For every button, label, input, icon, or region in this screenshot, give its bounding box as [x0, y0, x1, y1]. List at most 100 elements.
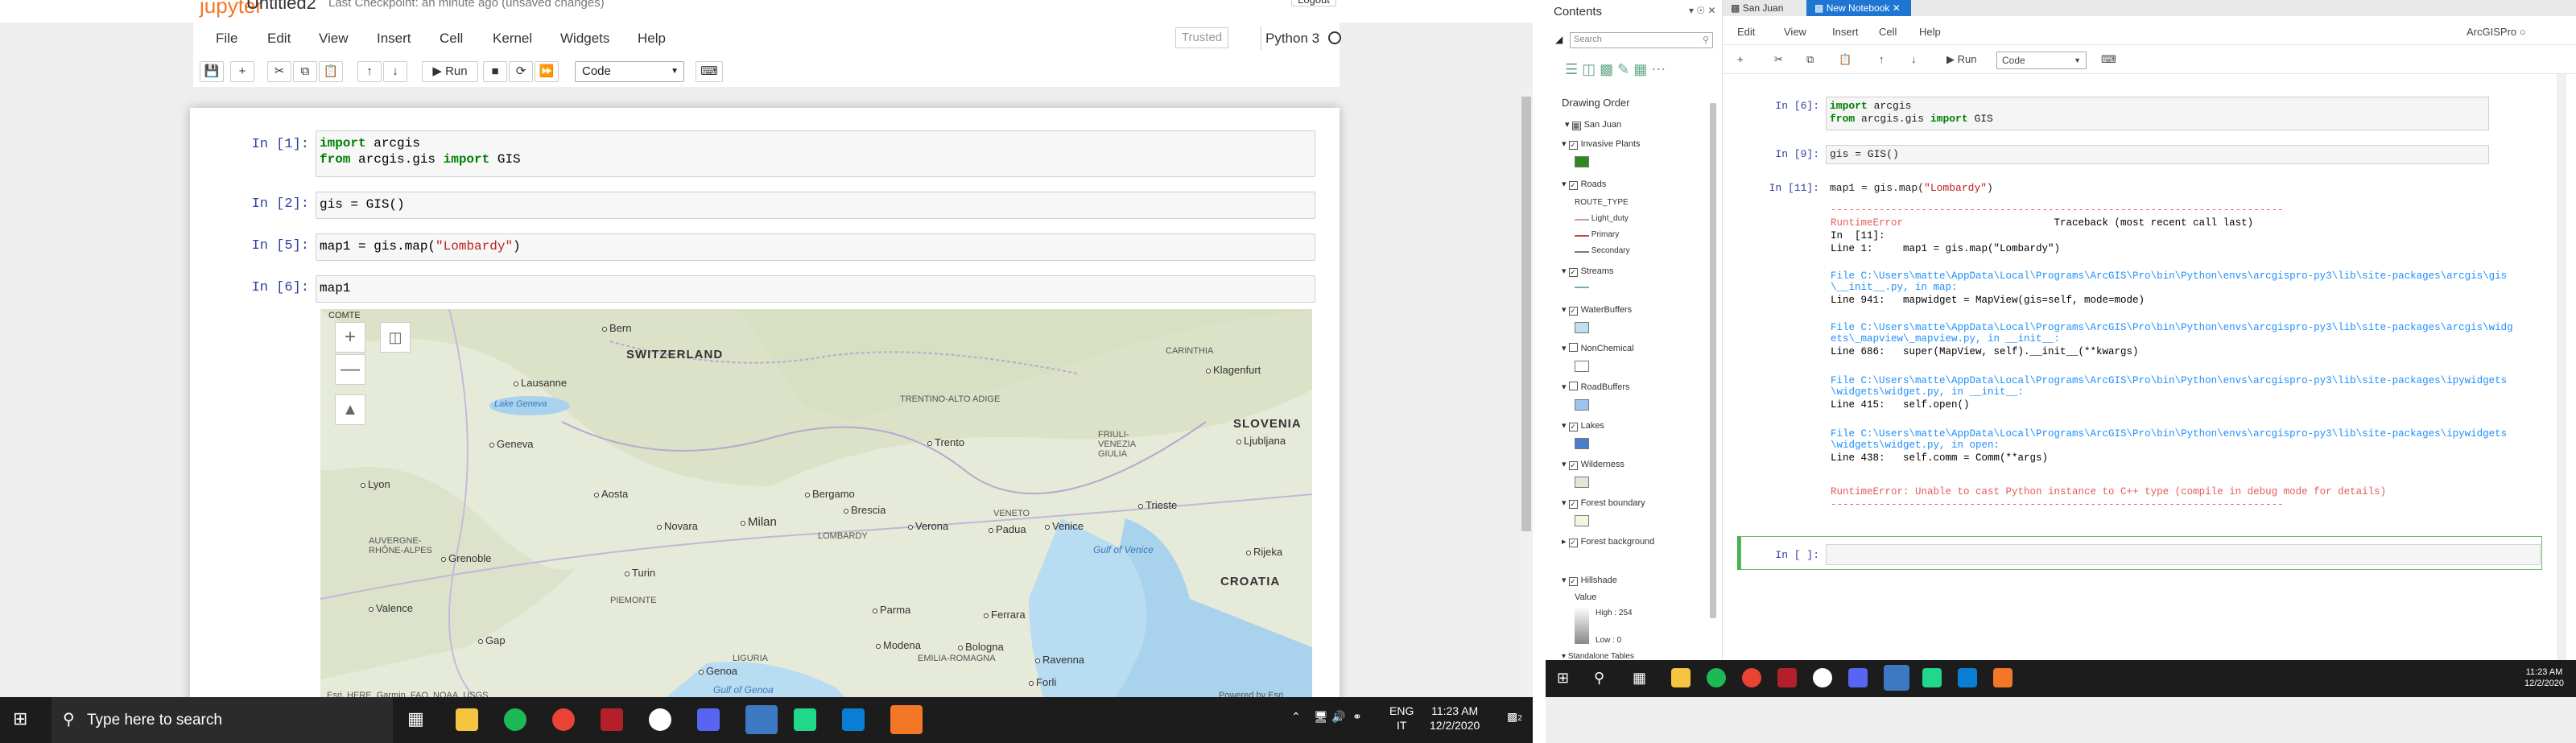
code-cell-1[interactable]: import arcgis from arcgis.gis import GIS: [1826, 97, 2489, 130]
cut-icon[interactable]: ✂: [267, 61, 291, 82]
save-icon[interactable]: 💾: [200, 61, 224, 82]
layer-checkbox[interactable]: ✓: [1568, 181, 1578, 190]
layer-checkbox[interactable]: ✓: [1568, 141, 1578, 150]
game-app-icon[interactable]: [1777, 668, 1797, 687]
layer-lakes[interactable]: ▾ ✓ Lakes: [1562, 420, 1604, 431]
code-cell-4[interactable]: map1: [316, 275, 1315, 303]
language-indicator[interactable]: ENG IT: [1389, 704, 1414, 733]
wifi-icon[interactable]: ⚭: [1352, 710, 1362, 724]
layer-checkbox[interactable]: ✓: [1568, 268, 1578, 277]
windows-start-icon[interactable]: ⊞: [13, 708, 27, 729]
layer-forest-background[interactable]: ▸ ✓ Forest background: [1562, 536, 1654, 547]
notifications-icon[interactable]: ▩2: [1507, 710, 1522, 724]
jupyter-taskbar-icon[interactable]: [1993, 668, 2013, 687]
pycharm-icon[interactable]: [794, 708, 816, 731]
menu-kernel[interactable]: Kernel: [493, 31, 532, 47]
chrome-icon[interactable]: [552, 708, 575, 731]
layer-roadbuffers[interactable]: ▾ RoadBuffers: [1562, 382, 1630, 392]
tray-chevron-icon[interactable]: ⌃: [1291, 710, 1301, 724]
task-view-icon[interactable]: ▦: [1633, 670, 1646, 687]
code-cell-1[interactable]: import arcgis from arcgis.gis import GIS: [316, 130, 1315, 177]
cell-type-select[interactable]: Code ▼: [575, 61, 684, 82]
restart-run-all-icon[interactable]: ⏩: [535, 61, 559, 82]
spotify-icon[interactable]: [504, 708, 526, 731]
stop-icon[interactable]: ■: [483, 61, 507, 82]
volume-icon[interactable]: 🔊: [1331, 710, 1345, 724]
close-icon[interactable]: ✕: [1893, 2, 1901, 14]
menu-view[interactable]: View: [319, 31, 349, 47]
copy-icon[interactable]: ⧉: [293, 61, 317, 82]
map-widget[interactable]: + — ▲ ◫ COMTE SWITZERLAND SLOVENIA CROAT…: [320, 309, 1312, 704]
jupyter-taskbar-icon[interactable]: [890, 705, 923, 734]
tab-new-notebook[interactable]: ▩ New Notebook ✕: [1806, 0, 1911, 16]
vscode-icon[interactable]: [842, 708, 865, 731]
pane-options-icon[interactable]: ▾ ☉ ✕: [1689, 5, 1716, 16]
add-cell-icon[interactable]: +: [230, 61, 254, 82]
notebook-name[interactable]: Untitled2: [246, 0, 316, 14]
layers-icon[interactable]: ◫: [380, 322, 411, 353]
clock[interactable]: 11:23 AM 12/2/2020: [2524, 667, 2564, 689]
search-icon[interactable]: ⚲: [1594, 670, 1604, 687]
logout-button[interactable]: Logout: [1291, 0, 1336, 6]
xbox-icon[interactable]: [649, 708, 671, 731]
list-by-drawing-order-icon[interactable]: ☰ ◫ ▩ ✎ ▦ ⋯: [1565, 61, 1666, 78]
task-view-icon[interactable]: ▦: [407, 708, 424, 729]
code-cell-2[interactable]: gis = GIS(): [1826, 145, 2489, 164]
layer-forest-boundary[interactable]: ▾ ✓ Forest boundary: [1562, 497, 1645, 509]
windows-start-icon[interactable]: ⊞: [1557, 670, 1569, 687]
menu-edit[interactable]: Edit: [1737, 26, 1755, 38]
menu-cell[interactable]: Cell: [440, 31, 463, 47]
file-explorer-icon[interactable]: [456, 708, 478, 731]
copy-icon[interactable]: ⧉: [1806, 53, 1814, 66]
layer-hillshade[interactable]: ▾ ✓ Hillshade: [1562, 575, 1617, 586]
menu-file[interactable]: File: [216, 31, 237, 47]
discord-icon[interactable]: [697, 708, 720, 731]
code-cell-3[interactable]: map1 = gis.map("Lombardy"): [316, 233, 1315, 261]
clock[interactable]: 11:23 AM 12/2/2020: [1430, 704, 1480, 733]
layer-checkbox[interactable]: ✓: [1568, 307, 1578, 316]
layer-checkbox[interactable]: [1568, 343, 1578, 352]
kernel-name[interactable]: Python 3: [1265, 31, 1319, 47]
map-item[interactable]: ▾ ▦ San Juan: [1565, 119, 1621, 130]
tab-san-juan[interactable]: ▩ San Juan: [1723, 0, 1792, 16]
run-button[interactable]: ▶ Run: [1946, 53, 1976, 66]
paste-icon[interactable]: 📋: [319, 61, 343, 82]
menu-insert[interactable]: Insert: [1832, 26, 1859, 38]
xbox-icon[interactable]: [1813, 668, 1832, 687]
run-button[interactable]: ▶ Run: [422, 61, 478, 82]
layer-checkbox[interactable]: ✓: [1568, 539, 1578, 547]
contents-scrollbar[interactable]: [1710, 103, 1716, 618]
arcgis-pro-icon[interactable]: [745, 705, 778, 734]
cell-type-select[interactable]: Code ▼: [1996, 52, 2087, 69]
keyboard-icon[interactable]: ⌨: [696, 61, 723, 82]
discord-icon[interactable]: [1848, 668, 1868, 687]
arcgis-pro-icon[interactable]: [1884, 665, 1909, 691]
cut-icon[interactable]: ✂: [1774, 53, 1783, 66]
file-explorer-icon[interactable]: [1671, 668, 1690, 687]
layer-checkbox[interactable]: ✓: [1568, 461, 1578, 470]
notebook-scrollbar[interactable]: [2557, 74, 2566, 667]
layer-nonchemical[interactable]: ▾ NonChemical: [1562, 343, 1634, 353]
notebook-scrollbar-thumb[interactable]: [1521, 97, 1531, 531]
code-cell-2[interactable]: gis = GIS(): [316, 192, 1315, 219]
layer-wilderness[interactable]: ▾ ✓ Wilderness: [1562, 459, 1624, 470]
vscode-icon[interactable]: [1958, 668, 1977, 687]
layer-checkbox[interactable]: ✓: [1568, 577, 1578, 586]
filter-icon[interactable]: ◢: [1555, 34, 1563, 45]
layer-invasive-plants[interactable]: ▾ ✓ Invasive Plants: [1562, 138, 1641, 150]
trusted-indicator[interactable]: Trusted: [1175, 27, 1228, 48]
taskbar-search-box[interactable]: ⚲ Type here to search: [52, 697, 393, 743]
menu-help[interactable]: Help: [1919, 26, 1941, 38]
restart-icon[interactable]: ⟳: [509, 61, 533, 82]
layer-checkbox[interactable]: ✓: [1568, 423, 1578, 431]
zoom-out-button[interactable]: —: [335, 354, 365, 385]
spotify-icon[interactable]: [1707, 668, 1726, 687]
move-up-icon[interactable]: ↑: [357, 61, 382, 82]
menu-insert[interactable]: Insert: [377, 31, 411, 47]
keyboard-icon[interactable]: ⌨: [2101, 53, 2116, 66]
pycharm-icon[interactable]: [1922, 668, 1942, 687]
game-app-icon[interactable]: [601, 708, 623, 731]
zoom-in-button[interactable]: +: [335, 322, 365, 353]
paste-icon[interactable]: 📋: [1839, 53, 1852, 66]
menu-cell[interactable]: Cell: [1879, 26, 1897, 38]
